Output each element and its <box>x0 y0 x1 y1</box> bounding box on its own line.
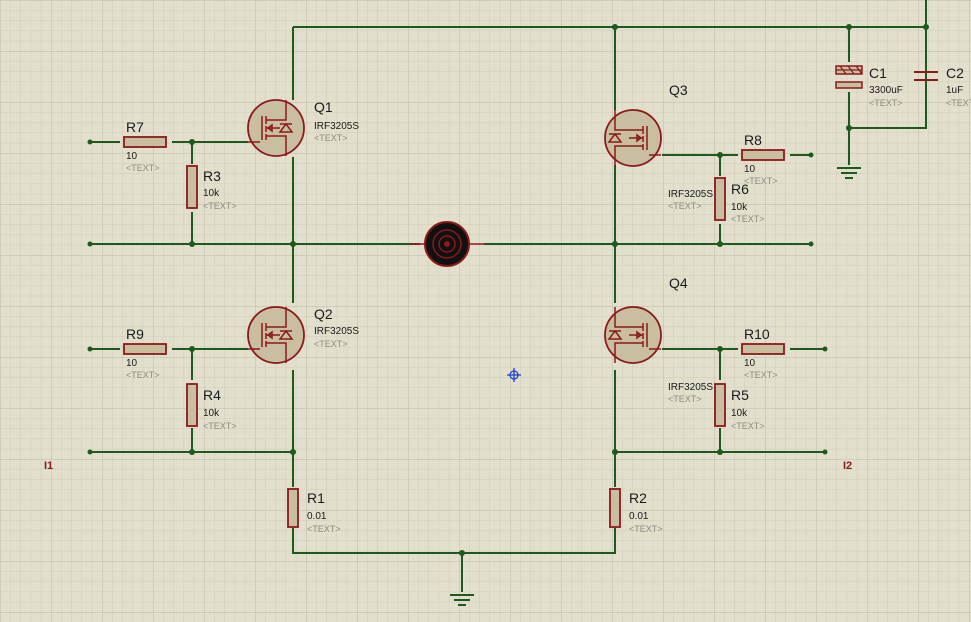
q4-ref: Q4 <box>669 275 688 291</box>
nmos-transistor-icon <box>247 99 305 157</box>
resistor-icon <box>741 149 785 161</box>
r1-text-placeholder: <TEXT> <box>307 524 341 534</box>
q1-ref: Q1 <box>314 99 333 115</box>
r7-value: 10 <box>126 151 138 162</box>
q2-text-placeholder: <TEXT> <box>314 339 348 349</box>
r3-value: 10k <box>203 188 220 199</box>
terminal-i1[interactable]: I1 <box>44 460 53 472</box>
resistor-icon <box>186 383 198 427</box>
r4-value: 10k <box>203 408 220 419</box>
terminal-i2[interactable]: I2 <box>843 460 852 472</box>
r2-value: 0.01 <box>629 511 649 522</box>
q1-text-placeholder: <TEXT> <box>314 133 348 143</box>
c2-ref: C2 <box>946 65 964 81</box>
q3-ref: Q3 <box>669 82 688 98</box>
r9-value: 10 <box>126 358 138 369</box>
r3-text-placeholder: <TEXT> <box>203 201 237 211</box>
resistor-icon <box>609 488 621 528</box>
motor-icon <box>424 221 470 267</box>
q4-value: IRF3205S <box>668 382 713 393</box>
nmos-transistor-icon <box>604 306 662 364</box>
r10-value: 10 <box>744 358 756 369</box>
r6-ref: R6 <box>731 181 749 197</box>
q2-value: IRF3205S <box>314 326 359 337</box>
r5-ref: R5 <box>731 387 749 403</box>
resistor-icon <box>123 136 167 148</box>
resistor-icon <box>186 165 198 209</box>
r8-text-placeholder: <TEXT> <box>744 176 778 186</box>
r5-value: 10k <box>731 408 748 419</box>
r2-text-placeholder: <TEXT> <box>629 524 663 534</box>
r5-text-placeholder: <TEXT> <box>731 421 765 431</box>
c2-text-placeholder: <TEXT> <box>946 98 971 108</box>
r4-ref: R4 <box>203 387 221 403</box>
r7-ref: R7 <box>126 119 144 135</box>
c2-value: 1uF <box>946 85 963 96</box>
r10-text-placeholder: <TEXT> <box>744 370 778 380</box>
grid-major <box>0 0 971 622</box>
resistor-icon <box>287 488 299 528</box>
r9-ref: R9 <box>126 326 144 342</box>
r4-text-placeholder: <TEXT> <box>203 421 237 431</box>
r3-ref: R3 <box>203 168 221 184</box>
c1-text-placeholder: <TEXT> <box>869 98 903 108</box>
r8-ref: R8 <box>744 132 762 148</box>
c1-ref: C1 <box>869 65 887 81</box>
c1-value: 3300uF <box>869 85 903 96</box>
nmos-transistor-icon <box>604 109 662 167</box>
q3-value: IRF3205S <box>668 189 713 200</box>
r1-ref: R1 <box>307 490 325 506</box>
resistor-icon <box>714 177 726 221</box>
q3-text-placeholder: <TEXT> <box>668 201 702 211</box>
r1-value: 0.01 <box>307 511 327 522</box>
r7-text-placeholder: <TEXT> <box>126 163 160 173</box>
resistor-icon <box>714 383 726 427</box>
r6-value: 10k <box>731 202 748 213</box>
r8-value: 10 <box>744 164 756 175</box>
r10-ref: R10 <box>744 326 770 342</box>
r6-text-placeholder: <TEXT> <box>731 214 765 224</box>
r2-ref: R2 <box>629 490 647 506</box>
q1-value: IRF3205S <box>314 121 359 132</box>
r9-text-placeholder: <TEXT> <box>126 370 160 380</box>
schematic-canvas[interactable]: Q1 IRF3205S <TEXT> Q2 IRF3205S <TEXT> Q3… <box>0 0 971 622</box>
resistor-icon <box>741 343 785 355</box>
q4-text-placeholder: <TEXT> <box>668 394 702 404</box>
nmos-transistor-icon <box>247 306 305 364</box>
q2-ref: Q2 <box>314 306 333 322</box>
resistor-icon <box>123 343 167 355</box>
